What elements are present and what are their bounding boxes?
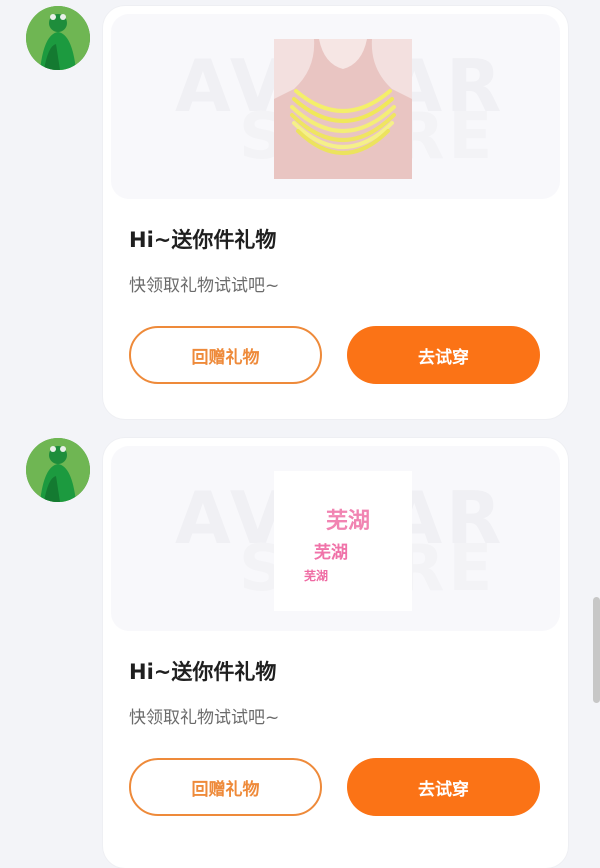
text-image: 芜湖 芜湖 芜湖 bbox=[274, 471, 412, 611]
frog-costume-avatar-icon bbox=[26, 438, 90, 502]
return-gift-button[interactable]: 回赠礼物 bbox=[129, 758, 322, 816]
avatar[interactable] bbox=[26, 438, 90, 502]
gift-subtitle: 快领取礼物试试吧~ bbox=[129, 276, 280, 296]
image-text: 芜湖 bbox=[326, 509, 371, 534]
avatar[interactable] bbox=[26, 6, 90, 70]
try-on-button[interactable]: 去试穿 bbox=[347, 326, 540, 384]
gift-card: AVATAR STORE 芜湖 芜湖 芜湖 Hi~送你件礼物 快领取礼物试试吧~… bbox=[103, 438, 568, 868]
gift-image-area[interactable]: AVATAR STORE 芜湖 芜湖 芜湖 bbox=[111, 446, 560, 631]
gift-title: Hi~送你件礼物 bbox=[129, 228, 277, 252]
image-text: 芜湖 bbox=[314, 543, 348, 563]
gift-image-area[interactable]: AVATAR STORE bbox=[111, 14, 560, 199]
image-text: 芜湖 bbox=[304, 569, 329, 583]
necklace-icon bbox=[274, 39, 412, 179]
try-on-button[interactable]: 去试穿 bbox=[347, 758, 540, 816]
scrollbar[interactable] bbox=[593, 597, 600, 703]
frog-costume-avatar-icon bbox=[26, 6, 90, 70]
gift-card: AVATAR STORE Hi~送你件礼物 快领取礼物试试吧~ 回赠礼物 去试穿 bbox=[103, 6, 568, 419]
return-gift-button[interactable]: 回赠礼物 bbox=[129, 326, 322, 384]
gift-subtitle: 快领取礼物试试吧~ bbox=[129, 708, 280, 728]
gift-title: Hi~送你件礼物 bbox=[129, 660, 277, 684]
